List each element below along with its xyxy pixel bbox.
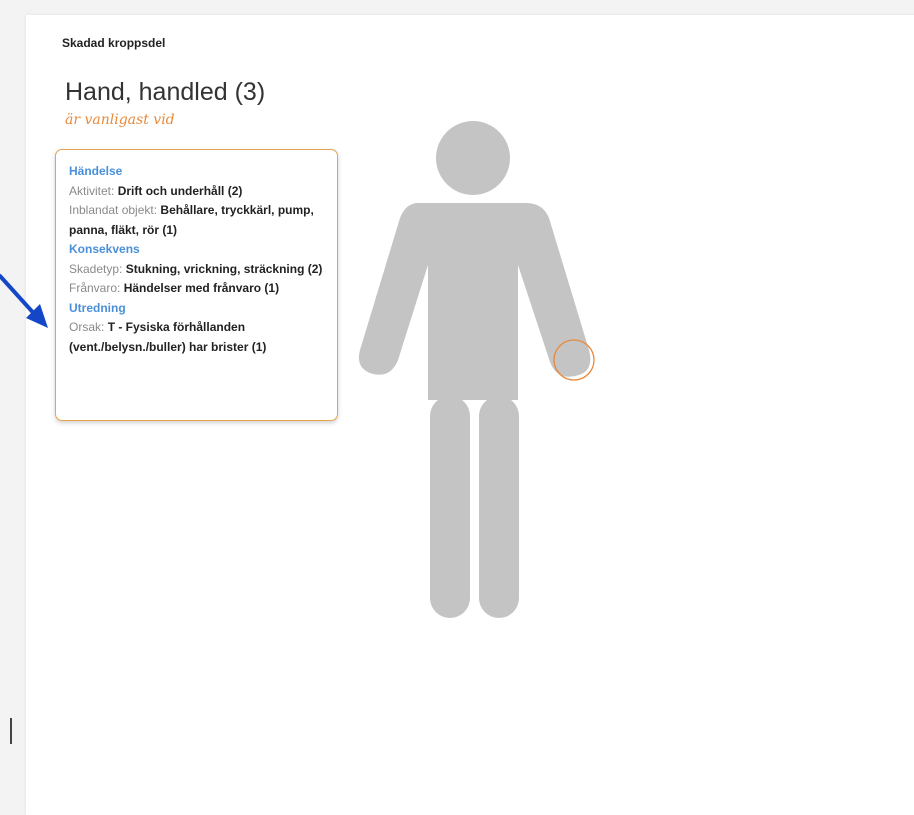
figure-left-leg [430, 396, 470, 618]
figure-right-leg [479, 396, 519, 618]
body-figure [358, 121, 595, 618]
figure-head [436, 121, 510, 195]
figure-torso-arms [358, 203, 591, 400]
